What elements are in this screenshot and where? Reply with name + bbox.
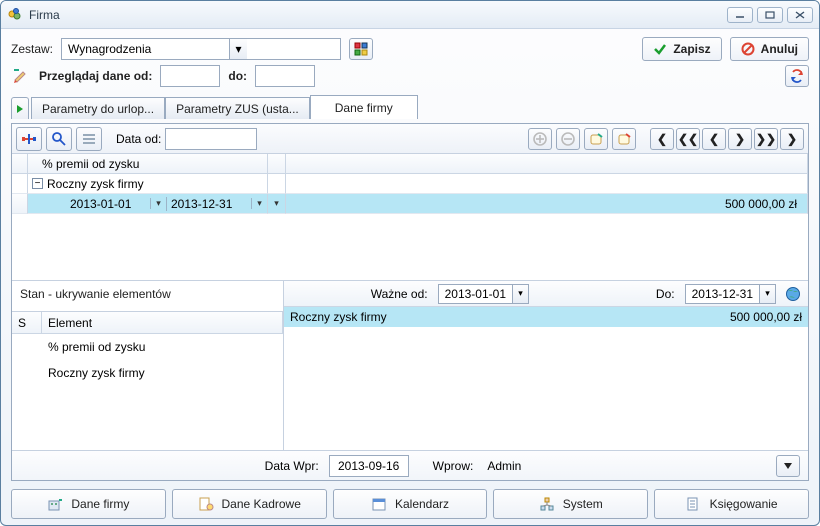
grid-row-1: % premii od zysku xyxy=(32,157,139,171)
wazne-od-label: Ważne od: xyxy=(371,287,428,301)
list-item[interactable]: Roczny zysk firmy xyxy=(12,360,283,386)
chevron-down-icon[interactable]: ▾ xyxy=(512,285,528,303)
tab-parametry-urlop[interactable]: Parametry do urlop... xyxy=(31,97,165,119)
data-od-label: Data od: xyxy=(116,132,161,146)
table-row[interactable]: Roczny zysk firmy 500 000,00 zł xyxy=(284,307,808,327)
do-label: Do: xyxy=(656,287,675,301)
maximize-button[interactable] xyxy=(757,7,783,23)
row-browse-dates: Przeglądaj dane od: do: xyxy=(11,65,809,87)
left-panel: Stan - ukrywanie elementów S Element % p… xyxy=(12,281,284,450)
app-window: Firma Zestaw: ▾ Zapisz Anuluj xyxy=(0,0,820,526)
tree-grid[interactable]: % premii od zysku − Roczny zysk firmy xyxy=(12,154,808,280)
split-pane: Stan - ukrywanie elementów S Element % p… xyxy=(12,280,808,450)
wprow-label: Wprow: xyxy=(433,459,474,473)
list-item[interactable]: % premii od zysku xyxy=(12,334,283,360)
data-wpr-label: Data Wpr: xyxy=(265,459,319,473)
browse-from-input[interactable] xyxy=(160,65,220,87)
right-panel: Ważne od: 2013-01-01 ▾ Do: 2013-12-31 ▾ xyxy=(284,281,808,450)
zestaw-label: Zestaw: xyxy=(11,42,53,56)
tab-dane-firmy[interactable]: Dane firmy xyxy=(310,95,418,119)
tab-parametry-zus[interactable]: Parametry ZUS (usta... xyxy=(165,97,310,119)
nav-prev-page[interactable]: ❮❮ xyxy=(676,128,700,150)
bottom-dane-kadrowe[interactable]: Dane Kadrowe xyxy=(172,489,327,519)
nav-next[interactable]: ❯ xyxy=(728,128,752,150)
row-amount: 500 000,00 zł xyxy=(688,307,808,327)
bottom-bar: Dane firmy Dane Kadrowe Kalendarz System… xyxy=(11,489,809,519)
app-icon xyxy=(7,7,23,23)
minimize-button[interactable] xyxy=(727,7,753,23)
save-button[interactable]: Zapisz xyxy=(642,37,721,61)
left-header: S Element xyxy=(12,312,283,334)
zestaw-input[interactable] xyxy=(62,39,229,59)
wprow-value: Admin xyxy=(487,459,521,473)
date-to-cell[interactable]: 2013-12-31 xyxy=(166,197,251,211)
amount-cell: 500 000,00 zł xyxy=(725,197,797,211)
system-icon xyxy=(539,496,555,512)
tabs: Parametry do urlop... Parametry ZUS (ust… xyxy=(11,95,809,119)
cancel-icon xyxy=(741,42,755,56)
nav-next-page[interactable]: ❯❯ xyxy=(754,128,778,150)
refresh-button[interactable] xyxy=(785,65,809,87)
row-label: Roczny zysk firmy xyxy=(284,307,688,327)
chevron-down-icon[interactable]: ▾ xyxy=(759,285,775,303)
right-header: Ważne od: 2013-01-01 ▾ Do: 2013-12-31 ▾ xyxy=(284,281,808,307)
cancel-button[interactable]: Anuluj xyxy=(730,37,809,61)
chevron-down-icon[interactable]: ▾ xyxy=(268,198,285,209)
main-panel: Data od: ❮ ❮❮ ❮ ❯ ❯❯ ❯ xyxy=(11,123,809,481)
bottom-system[interactable]: System xyxy=(493,489,648,519)
zestaw-combo[interactable]: ▾ xyxy=(61,38,341,60)
zestaw-tool-button[interactable] xyxy=(349,38,373,60)
list-icon[interactable] xyxy=(76,127,102,151)
bottom-kalendarz[interactable]: Kalendarz xyxy=(333,489,488,519)
grid-selected-row[interactable]: 2013-01-01 ▾ 2013-12-31 ▾ ▾ 500 000,00 z… xyxy=(12,194,808,214)
browse-to-label: do: xyxy=(228,69,247,83)
calendar-icon xyxy=(371,496,387,512)
company-icon xyxy=(47,496,63,512)
wazne-od-input[interactable]: 2013-01-01 ▾ xyxy=(438,284,529,304)
nav-group: ❮ ❮❮ ❮ ❯ ❯❯ ❯ xyxy=(650,128,804,150)
chevron-down-icon[interactable]: ▾ xyxy=(150,198,166,209)
row-zestaw: Zestaw: ▾ Zapisz Anuluj xyxy=(11,37,809,61)
search-icon[interactable] xyxy=(46,127,72,151)
chevron-down-icon[interactable]: ▾ xyxy=(251,198,267,209)
tools-icon[interactable] xyxy=(16,127,42,151)
col-s[interactable]: S xyxy=(12,312,42,333)
action2-button[interactable] xyxy=(612,128,636,150)
data-od-input[interactable] xyxy=(165,128,257,150)
remove-button[interactable] xyxy=(556,128,580,150)
browse-to-input[interactable] xyxy=(255,65,315,87)
element-list[interactable]: % premii od zysku Roczny zysk firmy xyxy=(12,334,283,450)
action1-button[interactable] xyxy=(584,128,608,150)
titlebar: Firma xyxy=(1,1,819,29)
nav-last[interactable]: ❯ xyxy=(780,128,804,150)
panel-footer: Data Wpr: Wprow: Admin xyxy=(12,450,808,480)
grid-row-2: Roczny zysk firmy xyxy=(47,177,144,191)
nav-prev[interactable]: ❮ xyxy=(702,128,726,150)
nav-first[interactable]: ❮ xyxy=(650,128,674,150)
run-button[interactable] xyxy=(11,97,29,119)
bottom-ksiegowanie[interactable]: Księgowanie xyxy=(654,489,809,519)
add-button[interactable] xyxy=(528,128,552,150)
date-from-cell[interactable]: 2013-01-01 xyxy=(66,197,150,211)
bottom-dane-firmy[interactable]: Dane firmy xyxy=(11,489,166,519)
check-icon xyxy=(653,42,667,56)
chevron-down-icon[interactable]: ▾ xyxy=(229,39,247,59)
edit-icon xyxy=(11,68,31,84)
globe-icon[interactable] xyxy=(782,284,804,304)
window-title: Firma xyxy=(29,8,723,22)
do-input[interactable]: 2013-12-31 ▾ xyxy=(685,284,776,304)
data-wpr-input[interactable] xyxy=(329,455,409,477)
accounting-icon xyxy=(686,496,702,512)
col-element[interactable]: Element xyxy=(42,312,283,333)
hr-icon xyxy=(198,496,214,512)
left-panel-title: Stan - ukrywanie elementów xyxy=(12,281,283,312)
close-button[interactable] xyxy=(787,7,813,23)
browse-from-label: Przeglądaj dane od: xyxy=(39,69,152,83)
arrow-down-button[interactable] xyxy=(776,455,800,477)
grid-toolbar: Data od: ❮ ❮❮ ❮ ❯ ❯❯ ❯ xyxy=(12,124,808,154)
tree-collapse-icon[interactable]: − xyxy=(32,178,43,189)
